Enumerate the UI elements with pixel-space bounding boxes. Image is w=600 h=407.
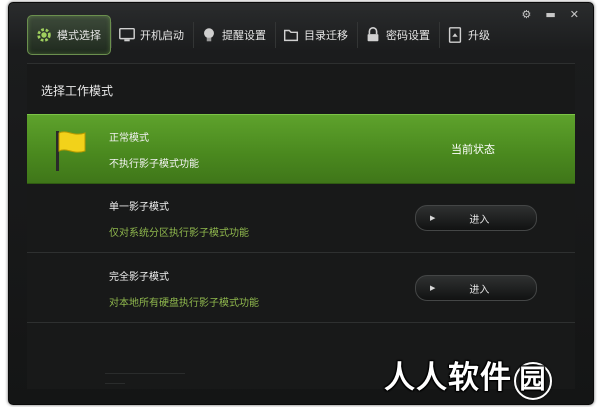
lock-icon [364,26,382,44]
settings-icon[interactable]: ⚙ [522,9,532,20]
tab-mode-select[interactable]: 模式选择 [27,15,111,55]
tab-password[interactable]: 密码设置 [357,16,439,54]
mode-row-normal[interactable]: 正常模式 不执行影子模式功能 当前状态 [27,114,575,184]
tab-label: 提醒设置 [222,29,266,42]
enter-single-shadow-button[interactable]: ▶ 进入 [415,205,537,231]
app-window: ⚙ ▬ ✕ 模式选择 开机启动 提醒设置 目录迁移 密码设置 升级 选择工作模式… [8,2,594,405]
tab-label: 目录迁移 [304,29,348,42]
footer-divider [105,383,125,384]
divider [27,322,575,323]
enter-full-shadow-button[interactable]: ▶ 进入 [415,275,537,301]
mode-description: 仅对系统分区执行影子模式功能 [109,228,249,239]
mode-name: 单一影子模式 [109,202,169,213]
monitor-icon [118,26,136,44]
flag-icon [56,131,86,171]
gear-icon [35,26,53,44]
upgrade-icon [446,26,464,44]
play-arrow-icon: ▶ [430,214,436,222]
mode-name: 完全影子模式 [109,272,169,283]
divider [27,252,575,253]
lightbulb-icon [200,26,218,44]
current-status-label: 当前状态 [451,143,495,156]
tab-reminder[interactable]: 提醒设置 [193,16,275,54]
tab-startup[interactable]: 开机启动 [111,16,193,54]
mode-row-full-shadow: 完全影子模式 对本地所有硬盘执行影子模式功能 ▶ 进入 [27,254,575,322]
mode-name: 正常模式 [109,133,149,144]
watermark-circled-char: 园 [514,362,552,400]
button-label: 进入 [469,214,490,226]
tab-label: 密码设置 [386,29,430,42]
mode-description: 不执行影子模式功能 [109,159,199,170]
minimize-icon[interactable]: ▬ [545,9,555,20]
folder-icon [282,26,300,44]
tab-directory-migration[interactable]: 目录迁移 [275,16,357,54]
main-toolbar: 模式选择 开机启动 提醒设置 目录迁移 密码设置 升级 [27,13,499,57]
watermark-text: 人人软件 [384,360,512,396]
tab-label: 升级 [468,29,490,42]
play-arrow-icon: ▶ [430,284,436,292]
mode-panel: 选择工作模式 正常模式 不执行影子模式功能 当前状态 单一影子模式 仅对系统分区… [27,63,575,389]
button-label: 进入 [469,284,490,296]
mode-row-single-shadow: 单一影子模式 仅对系统分区执行影子模式功能 ▶ 进入 [27,184,575,252]
tab-label: 模式选择 [57,29,101,42]
tab-label: 开机启动 [140,29,184,42]
footer-divider [105,373,185,374]
mode-description: 对本地所有硬盘执行影子模式功能 [109,298,259,309]
site-watermark: 人人软件园 [384,352,552,400]
panel-title: 选择工作模式 [41,84,114,98]
close-icon[interactable]: ✕ [570,9,579,20]
window-controls: ⚙ ▬ ✕ [522,9,580,20]
tab-upgrade[interactable]: 升级 [439,16,499,54]
